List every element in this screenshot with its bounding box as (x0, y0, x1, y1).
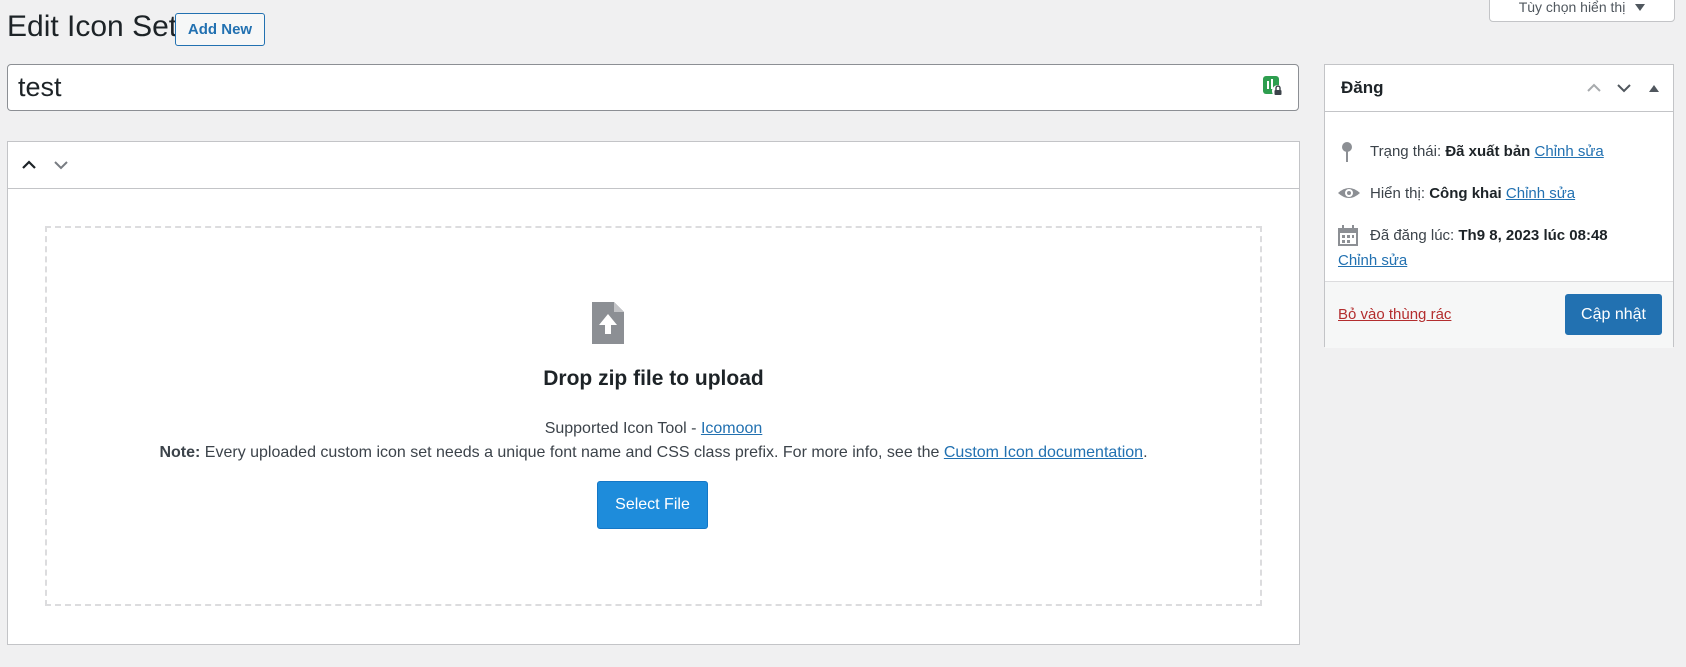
publish-actions: Bỏ vào thùng rác Cập nhật (1325, 281, 1673, 348)
move-to-trash-link[interactable]: Bỏ vào thùng rác (1338, 306, 1451, 323)
move-up-icon[interactable] (16, 152, 42, 178)
note-text: Every uploaded custom icon set needs a u… (200, 444, 944, 461)
icomoon-link[interactable]: Icomoon (701, 420, 762, 437)
title-input[interactable]: test (7, 64, 1299, 111)
caret-down-icon (1635, 3, 1646, 11)
eye-icon (1338, 188, 1360, 198)
status-label: Trạng thái: (1370, 143, 1446, 160)
edit-date-link[interactable]: Chỉnh sửa (1338, 252, 1407, 269)
pin-icon (1342, 142, 1352, 162)
screen-options-toggle[interactable]: Tùy chọn hiển thị (1489, 0, 1675, 22)
supported-tool-line: Supported Icon Tool - Icomoon (0, 420, 1307, 438)
box-header (8, 142, 1299, 189)
collapse-toggle-icon[interactable] (1641, 75, 1667, 101)
note-end: . (1143, 444, 1148, 461)
visibility-label: Hiển thị: (1370, 185, 1430, 202)
visibility-value: Công khai (1429, 185, 1502, 202)
note-line: Note: Every uploaded custom icon set nee… (0, 444, 1307, 462)
calendar-icon (1338, 225, 1358, 246)
publish-box-header: Đăng (1325, 65, 1673, 112)
password-manager-icon[interactable] (1262, 75, 1284, 97)
supported-prefix: Supported Icon Tool - (544, 420, 701, 437)
add-new-button[interactable]: Add New (175, 13, 265, 46)
screen-options-label: Tùy chọn hiển thị (1518, 0, 1626, 15)
title-input-value: test (18, 72, 62, 102)
chevron-up-icon[interactable] (1581, 75, 1607, 101)
published-value: Th9 8, 2023 lúc 08:48 (1458, 227, 1608, 244)
chevron-down-icon[interactable] (1611, 75, 1637, 101)
published-label: Đã đăng lúc: (1370, 227, 1459, 244)
status-value: Đã xuất bản (1445, 143, 1531, 160)
page-title: Edit Icon Set (7, 10, 178, 43)
icon-upload-box (7, 141, 1300, 645)
file-upload-icon (592, 302, 624, 344)
edit-visibility-link[interactable]: Chỉnh sửa (1506, 185, 1575, 202)
publish-box: Đăng Trạng thái: Đã xuất bản Chỉnh sửa H… (1324, 64, 1674, 348)
update-button[interactable]: Cập nhật (1565, 294, 1662, 335)
publish-box-title: Đăng (1341, 78, 1384, 97)
select-file-button[interactable]: Select File (597, 481, 708, 529)
edit-status-link[interactable]: Chỉnh sửa (1535, 143, 1604, 160)
note-label: Note: (159, 444, 201, 461)
drop-title: Drop zip file to upload (543, 367, 764, 390)
move-down-icon[interactable] (48, 152, 74, 178)
drop-zone[interactable] (45, 226, 1262, 606)
custom-icon-docs-link[interactable]: Custom Icon documentation (944, 444, 1143, 461)
